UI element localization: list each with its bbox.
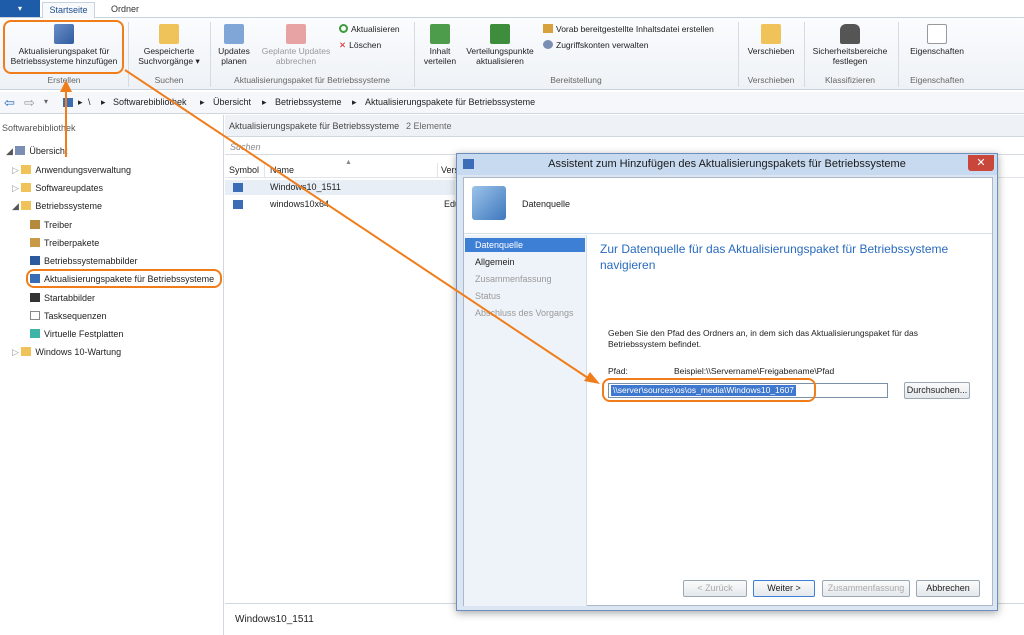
arrow-diagonal-line [124,69,589,379]
arrow-diagonal-head [584,372,600,384]
annotation-arrows [60,69,600,384]
arrow-up-head [60,80,72,92]
